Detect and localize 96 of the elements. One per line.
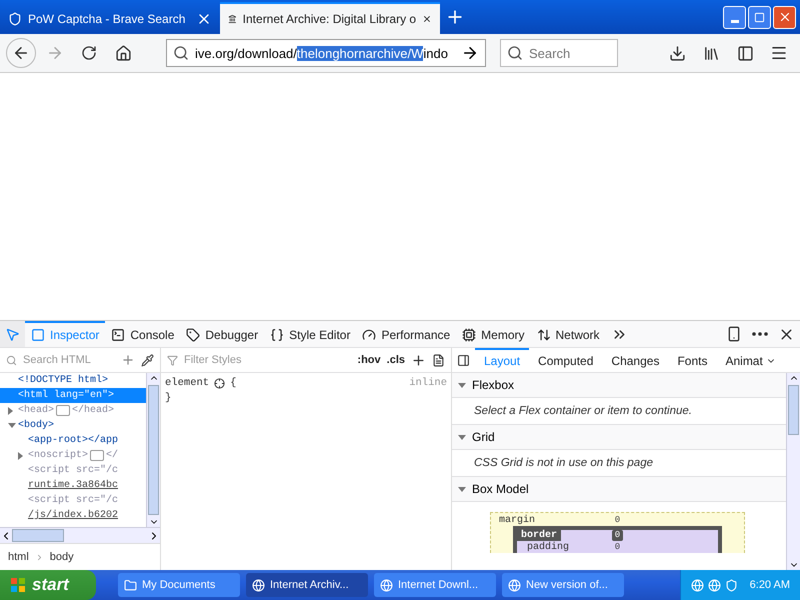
markup-node[interactable]: <!DOCTYPE html> bbox=[0, 373, 146, 388]
markup-node[interactable]: <html lang="en"> bbox=[0, 388, 146, 403]
phone-icon bbox=[726, 326, 742, 342]
restore-button[interactable] bbox=[748, 6, 771, 28]
ellipsis-badge-icon bbox=[90, 450, 104, 461]
home-icon bbox=[114, 44, 132, 62]
expand-triangle-icon[interactable] bbox=[18, 452, 23, 460]
search-field[interactable]: Search bbox=[500, 39, 618, 67]
more-icon bbox=[752, 332, 768, 336]
search-icon bbox=[507, 45, 523, 61]
markup-node[interactable]: <body> bbox=[0, 418, 146, 433]
braces-icon bbox=[270, 328, 284, 342]
terminal-icon bbox=[111, 328, 126, 342]
eyedropper-icon[interactable] bbox=[141, 354, 154, 366]
arrows-icon bbox=[536, 328, 551, 342]
breadcrumb[interactable]: body bbox=[50, 551, 74, 563]
filter-icon bbox=[167, 354, 178, 366]
vertical-scrollbar[interactable] bbox=[786, 373, 800, 570]
search-icon bbox=[6, 354, 17, 366]
sidebar-icon bbox=[736, 44, 754, 62]
back-button[interactable] bbox=[6, 38, 36, 68]
expand-triangle-icon[interactable] bbox=[458, 486, 466, 492]
markup-node[interactable]: <app-root></app bbox=[0, 433, 146, 448]
menu-icon bbox=[770, 44, 788, 62]
crosshair-icon[interactable] bbox=[214, 378, 226, 388]
taskbar-item[interactable]: Internet Downl... bbox=[374, 573, 496, 597]
search-icon bbox=[173, 45, 189, 61]
section-header[interactable]: Flexbox bbox=[452, 373, 786, 398]
url-field[interactable]: ive.org/download/thelonghornarchive/Windo bbox=[166, 39, 486, 67]
start-button[interactable]: start bbox=[0, 570, 96, 600]
sidebar-tab[interactable]: Computed bbox=[529, 348, 602, 372]
add-rule-icon[interactable] bbox=[411, 352, 426, 368]
scroll-thumb[interactable] bbox=[12, 529, 64, 542]
ellipsis-badge-icon bbox=[56, 405, 70, 416]
scroll-thumb[interactable] bbox=[788, 385, 799, 435]
taskbar-item[interactable]: New version of... bbox=[502, 573, 624, 597]
forward-arrow-icon bbox=[46, 44, 64, 62]
go-arrow-icon[interactable] bbox=[461, 44, 479, 62]
markup-link[interactable]: runtime.3a864bc bbox=[0, 478, 146, 493]
folder-icon bbox=[124, 578, 137, 592]
document-icon[interactable] bbox=[432, 354, 445, 366]
breadcrumb[interactable]: html bbox=[8, 551, 29, 563]
toggle-button[interactable]: .cls bbox=[386, 354, 405, 366]
shield-icon[interactable] bbox=[724, 578, 738, 592]
horizontal-scrollbar[interactable] bbox=[0, 527, 160, 543]
taskbar-item[interactable]: My Documents bbox=[118, 573, 240, 597]
expand-triangle-icon[interactable] bbox=[458, 434, 466, 440]
sidebar-tab[interactable]: Changes bbox=[602, 348, 668, 372]
globe-icon[interactable] bbox=[708, 578, 721, 592]
tag-icon bbox=[186, 328, 200, 342]
expand-triangle-icon[interactable] bbox=[8, 406, 13, 414]
devtools-tab[interactable]: Style Editor bbox=[264, 321, 356, 347]
windows-flag-icon bbox=[10, 577, 26, 593]
add-node-icon[interactable] bbox=[121, 353, 135, 367]
devtools-tab[interactable]: Memory bbox=[456, 321, 531, 347]
globe-icon bbox=[252, 578, 265, 592]
restore-icon bbox=[754, 12, 765, 22]
sidebar-tab[interactable]: Animat bbox=[716, 348, 785, 372]
sidebar-tab[interactable]: Fonts bbox=[668, 348, 716, 372]
browser-tab[interactable]: PoW Captcha - Brave Search bbox=[0, 2, 220, 34]
gauge-icon bbox=[362, 328, 376, 342]
rule-selector: element bbox=[165, 377, 210, 389]
expand-triangle-icon[interactable] bbox=[8, 423, 16, 428]
library-icon bbox=[702, 44, 720, 62]
download-icon bbox=[668, 44, 686, 62]
close-window-button[interactable] bbox=[773, 6, 796, 28]
globe-icon bbox=[380, 578, 393, 592]
taskbar-item[interactable]: Internet Archiv... bbox=[246, 573, 368, 597]
shield-icon bbox=[8, 12, 22, 26]
globe-icon[interactable] bbox=[690, 578, 704, 592]
rule-brace: } bbox=[165, 392, 172, 404]
rule-brace: { bbox=[230, 377, 236, 389]
devtools-tab[interactable]: Network bbox=[530, 321, 606, 347]
expand-triangle-icon[interactable] bbox=[458, 382, 466, 388]
section-header[interactable]: Box Model bbox=[452, 477, 786, 502]
columns-building-icon bbox=[228, 12, 237, 26]
pick-element-button[interactable] bbox=[0, 321, 25, 347]
devtools-tab[interactable]: Console bbox=[105, 321, 180, 347]
pointer-icon bbox=[5, 326, 20, 342]
border-box: border 0 padding 0 bbox=[513, 526, 722, 553]
minimize-button[interactable] bbox=[723, 6, 746, 28]
margin-box: margin 0 border 0 padding 0 bbox=[490, 512, 745, 553]
vertical-scrollbar[interactable] bbox=[146, 373, 160, 527]
devtools-tab[interactable]: Debugger bbox=[180, 321, 264, 347]
square-icon bbox=[31, 328, 45, 342]
reload-icon bbox=[81, 45, 97, 61]
rule-source: inline bbox=[409, 377, 447, 389]
clock: 6:20 AM bbox=[750, 579, 790, 591]
chip-icon bbox=[462, 328, 476, 342]
toggle-button[interactable]: :hov bbox=[357, 354, 381, 366]
devtools-tab[interactable]: Performance bbox=[356, 321, 456, 347]
globe-icon bbox=[508, 578, 521, 592]
markup-link[interactable]: /js/index.b6202 bbox=[0, 508, 146, 523]
section-header[interactable]: Grid bbox=[452, 425, 786, 450]
scroll-thumb[interactable] bbox=[148, 385, 159, 515]
browser-tab[interactable]: Internet Archive: Digital Library o bbox=[220, 2, 440, 34]
